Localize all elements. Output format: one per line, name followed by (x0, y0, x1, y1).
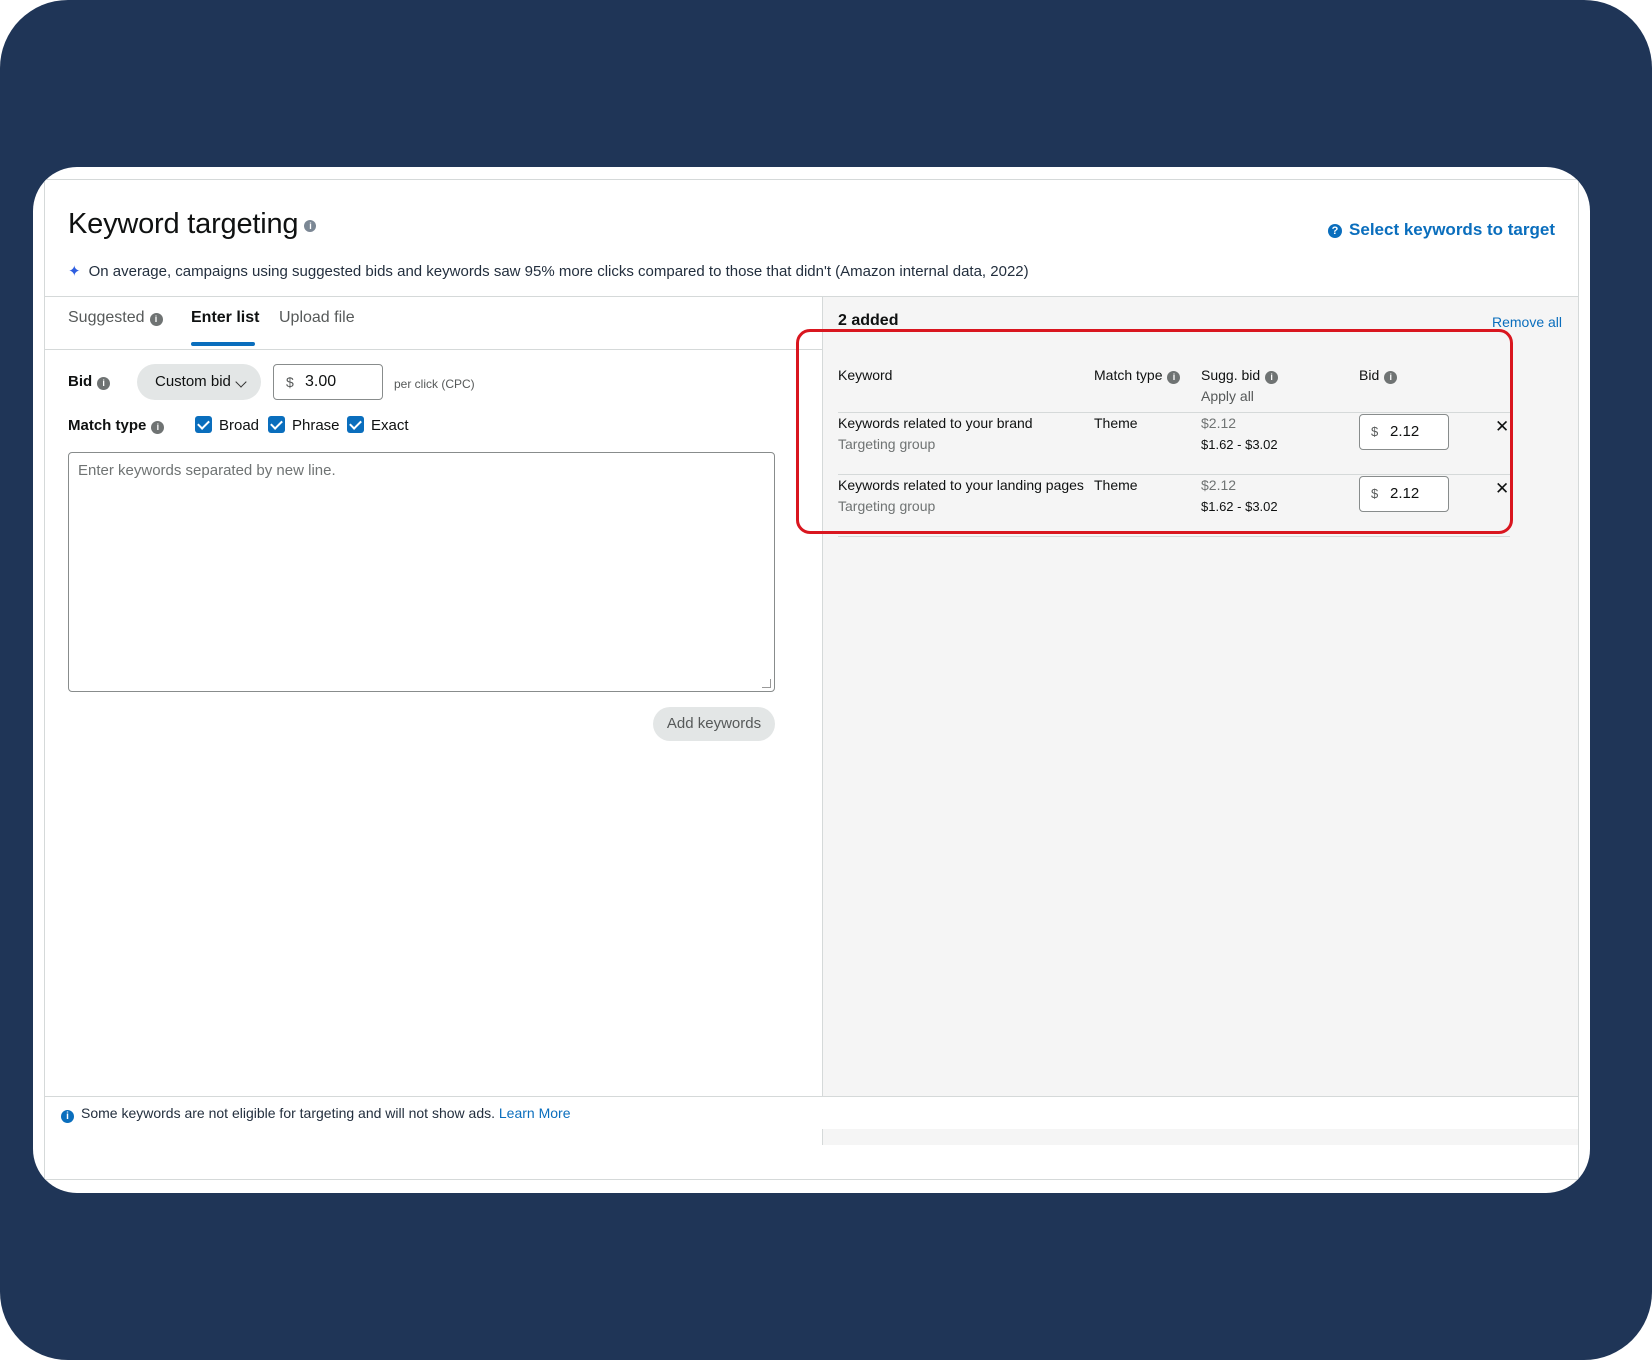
checkbox-checked-icon[interactable] (195, 416, 212, 433)
screenshot-card: Keyword targeting i ✦ On average, campaign… (33, 167, 1590, 1193)
tab-upload-file[interactable]: Upload file (279, 309, 355, 327)
page-title-text: Keyword targeting (68, 208, 299, 240)
bid-label: Bid i (68, 373, 111, 390)
select-keywords-text[interactable]: Select keywords to target (1349, 220, 1555, 239)
column-header-bid: Bid i (1359, 367, 1398, 384)
keyword-targeting-panel: Keyword targeting i ✦ On average, campaign… (44, 179, 1579, 1180)
active-tab-indicator (191, 342, 255, 346)
column-header-sugg-bid-text: Sugg. bid (1201, 367, 1261, 383)
currency-symbol: $ (286, 374, 294, 390)
keyword-subtype: Targeting group (838, 436, 936, 452)
keywords-textarea[interactable]: Enter keywords separated by new line. (68, 452, 775, 692)
added-count: 2 added (838, 312, 899, 329)
info-icon[interactable]: i (304, 220, 317, 232)
column-header-keyword: Keyword (838, 367, 893, 383)
chevron-down-icon (235, 376, 247, 388)
suggestion-note-text: On average, campaigns using suggested bi… (88, 263, 1029, 280)
column-header-match-type-text: Match type (1094, 367, 1163, 383)
eligibility-notice-text: i Some keywords are not eligible for targ… (61, 1105, 570, 1123)
tab-enter-list[interactable]: Enter list (191, 309, 259, 327)
learn-more-link[interactable]: Learn More (499, 1105, 571, 1121)
info-icon[interactable]: i (1384, 371, 1398, 384)
bid-type-dropdown[interactable]: Custom bid (137, 364, 261, 400)
column-header-sugg-bid: Sugg. bid i (1201, 367, 1279, 384)
checkbox-checked-icon[interactable] (268, 416, 285, 433)
checkbox-checked-icon[interactable] (347, 416, 364, 433)
keyword-bid-value[interactable]: 2.12 (1390, 415, 1419, 449)
per-click-label: per click (CPC) (394, 377, 475, 391)
panel-header: Keyword targeting i ✦ On average, campaign… (45, 180, 1578, 297)
help-icon: ? (1328, 224, 1343, 238)
eligibility-notice: i Some keywords are not eligible for targ… (45, 1096, 1578, 1129)
info-icon[interactable]: i (151, 421, 165, 434)
apply-all-link[interactable]: Apply all (1201, 388, 1254, 404)
resize-handle-icon[interactable] (762, 679, 771, 688)
column-header-bid-text: Bid (1359, 367, 1380, 383)
bid-label-text: Bid (68, 373, 93, 390)
page-title: Keyword targeting i (68, 208, 317, 241)
info-icon[interactable]: i (149, 313, 163, 326)
bid-input[interactable]: $ 3.00 (273, 364, 383, 400)
keyword-bid-input[interactable]: $ 2.12 (1359, 476, 1449, 512)
eligibility-message: Some keywords are not eligible for targe… (81, 1105, 495, 1121)
tab-suggested-label[interactable]: Suggested (68, 309, 145, 326)
tab-enter-list-label[interactable]: Enter list (191, 309, 259, 326)
row-divider (838, 474, 1510, 475)
keyword-name: Keywords related to your brand (838, 415, 1033, 431)
keyword-entry-pane: Suggested i Enter list Upload file Bid i C… (45, 297, 823, 1145)
info-icon[interactable]: i (1265, 371, 1279, 384)
checkbox-phrase-label[interactable]: Phrase (292, 417, 340, 434)
info-icon: i (61, 1110, 74, 1123)
keywords-textarea-placeholder: Enter keywords separated by new line. (78, 462, 336, 479)
match-type-label-text: Match type (68, 417, 147, 434)
keyword-bid-input[interactable]: $ 2.12 (1359, 414, 1449, 450)
bid-type-value[interactable]: Custom bid (155, 373, 231, 390)
select-keywords-link[interactable]: ? Select keywords to target (1328, 220, 1555, 240)
checkbox-broad-label[interactable]: Broad (219, 417, 259, 434)
suggested-bid-range: $1.62 - $3.02 (1201, 499, 1278, 514)
keyword-subtype: Targeting group (838, 498, 936, 514)
column-header-match-type: Match type i (1094, 367, 1181, 384)
add-keywords-button[interactable]: Add keywords (653, 707, 775, 741)
close-icon[interactable]: ✕ (1495, 479, 1509, 499)
suggested-bid: $2.12 (1201, 477, 1237, 493)
suggested-bid-range: $1.62 - $3.02 (1201, 437, 1278, 452)
currency-symbol: $ (1371, 424, 1379, 439)
checkbox-exact[interactable]: Exact (347, 416, 409, 434)
tab-bar: Suggested i Enter list Upload file (45, 297, 822, 350)
match-type-label: Match type i (68, 417, 165, 434)
checkbox-exact-label[interactable]: Exact (371, 417, 409, 434)
info-icon[interactable]: i (1167, 371, 1181, 384)
checkbox-phrase[interactable]: Phrase (268, 416, 340, 434)
info-icon[interactable]: i (97, 377, 111, 390)
suggestion-note: ✦ On average, campaigns using suggested b… (68, 262, 1029, 280)
keyword-match-type: Theme (1094, 477, 1138, 493)
added-keywords-pane: 2 added Remove all Keyword Match type i S… (823, 297, 1578, 1145)
suggested-bid: $2.12 (1201, 415, 1237, 431)
tab-suggested[interactable]: Suggested i (68, 309, 163, 327)
keyword-bid-value[interactable]: 2.12 (1390, 477, 1419, 511)
bid-input-value[interactable]: 3.00 (305, 365, 336, 399)
tab-upload-file-label[interactable]: Upload file (279, 309, 355, 326)
keyword-name: Keywords related to your landing pages (838, 477, 1084, 493)
row-divider (838, 536, 1510, 537)
sparkle-icon: ✦ (68, 263, 81, 280)
close-icon[interactable]: ✕ (1495, 417, 1509, 437)
checkbox-broad[interactable]: Broad (195, 416, 259, 434)
currency-symbol: $ (1371, 486, 1379, 501)
keyword-match-type: Theme (1094, 415, 1138, 431)
remove-all-link[interactable]: Remove all (1492, 314, 1562, 330)
row-divider (838, 412, 1510, 413)
